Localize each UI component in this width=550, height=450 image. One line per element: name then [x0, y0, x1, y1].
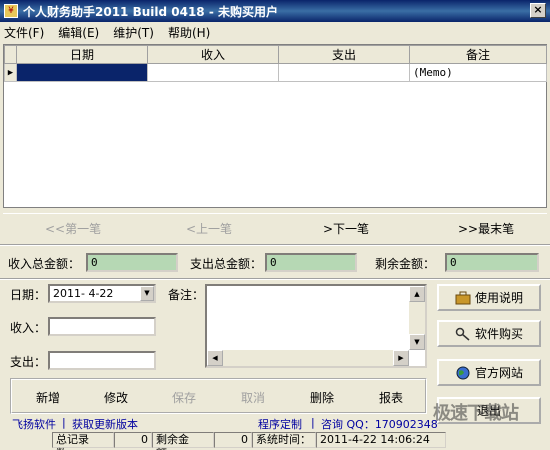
delete-button[interactable]: 删除 [310, 389, 334, 406]
link-separator: | [62, 416, 66, 429]
cell-expense[interactable] [278, 63, 410, 82]
expense-total-field: 0 [265, 253, 357, 272]
col-header-memo[interactable]: 备注 [409, 45, 547, 64]
edit-button[interactable]: 修改 [104, 389, 128, 406]
globe-icon [455, 366, 471, 380]
scroll-right-icon[interactable]: ▶ [393, 350, 409, 366]
cell-date[interactable] [16, 63, 148, 82]
nav-next-button[interactable]: >下一笔 [323, 220, 369, 237]
income-input-label: 收入： [10, 321, 47, 335]
window-title: 个人财务助手2011 Build 0418 - 未购买用户 [23, 4, 278, 19]
scroll-down-icon[interactable]: ▼ [409, 334, 425, 350]
brand-link[interactable]: 飞扬软件 [12, 416, 56, 432]
custom-link[interactable]: 程序定制 [258, 416, 302, 432]
expense-total-label: 支出总金额： [190, 257, 263, 271]
website-button-label: 官方网站 [474, 366, 523, 380]
save-button[interactable]: 保存 [172, 389, 196, 406]
menu-maintain[interactable]: 维护(T) [113, 24, 154, 41]
divider [0, 244, 550, 246]
memo-horizontal-scrollbar[interactable]: ◀ ▶ [207, 350, 409, 366]
system-time-value: 2011-4-22 14:06:24 [316, 432, 446, 448]
nav-last-button[interactable]: >>最末笔 [458, 220, 514, 237]
menu-edit[interactable]: 编辑(E) [58, 24, 99, 41]
watermark-logo: 极速下载站 [433, 403, 519, 424]
nav-first-button[interactable]: <<第一笔 [45, 220, 101, 237]
title-bar: ¥ 个人财务助手2011 Build 0418 - 未购买用户 × [0, 0, 550, 22]
buy-button[interactable]: 软件购买 [437, 320, 541, 347]
report-button[interactable]: 报表 [379, 389, 403, 406]
table-row[interactable]: ▶ (Memo) [4, 63, 547, 82]
cancel-button[interactable]: 取消 [241, 389, 265, 406]
add-button[interactable]: 新增 [36, 389, 60, 406]
income-input[interactable] [48, 317, 156, 336]
col-header-date[interactable]: 日期 [16, 45, 148, 64]
record-count-label: 总记录数： [52, 432, 114, 450]
buy-button-label: 软件购买 [474, 327, 523, 341]
menu-bar: 文件(F) 编辑(E) 维护(T) 帮助(H) [0, 22, 550, 42]
close-button[interactable]: × [530, 3, 546, 18]
record-count-value: 0 [114, 432, 152, 448]
key-icon [455, 327, 471, 341]
col-header-expense[interactable]: 支出 [278, 45, 410, 64]
action-toolbar: 新增 修改 保存 取消 删除 报表 [10, 378, 427, 414]
help-button[interactable]: 使用说明 [437, 284, 541, 311]
update-link[interactable]: 获取更新版本 [72, 416, 138, 432]
expense-input-label: 支出： [10, 355, 47, 369]
chevron-down-icon[interactable]: ▼ [140, 286, 154, 301]
memo-label: 备注： [168, 288, 205, 302]
scroll-up-icon[interactable]: ▲ [409, 286, 425, 302]
nav-prev-button[interactable]: <上一笔 [186, 220, 232, 237]
income-total-field: 0 [86, 253, 178, 272]
status-balance-label: 剩余金额： [152, 432, 214, 450]
system-time-label: 系统时间： [252, 432, 316, 448]
link-separator: | [311, 416, 315, 429]
menu-file[interactable]: 文件(F) [4, 24, 44, 41]
date-picker[interactable]: 2011- 4-22 ▼ [48, 284, 156, 303]
income-total-label: 收入总金额： [8, 257, 81, 271]
divider [0, 278, 550, 280]
website-button[interactable]: 官方网站 [437, 359, 541, 386]
menu-help[interactable]: 帮助(H) [168, 24, 210, 41]
balance-field: 0 [445, 253, 539, 272]
records-grid[interactable]: 日期 收入 支出 备注 ▶ (Memo) [3, 44, 547, 208]
date-label: 日期： [10, 288, 47, 302]
app-icon: ¥ [4, 4, 18, 18]
qq-link[interactable]: 咨询 QQ：170902348 [321, 416, 438, 432]
memo-textarea[interactable]: ▲ ▼ ◀ ▶ [205, 284, 427, 368]
row-indicator-icon: ▶ [4, 63, 17, 82]
help-button-label: 使用说明 [474, 291, 523, 305]
balance-label: 剩余金额： [375, 257, 436, 271]
expense-input[interactable] [48, 351, 156, 370]
date-value: 2011- 4-22 [53, 287, 114, 300]
status-balance-value: 0 [214, 432, 252, 448]
col-header-income[interactable]: 收入 [147, 45, 279, 64]
cell-income[interactable] [147, 63, 279, 82]
record-navigator: <<第一笔 <上一笔 >下一笔 >>最末笔 [3, 213, 547, 241]
grid-corner [4, 45, 17, 64]
scroll-left-icon[interactable]: ◀ [207, 350, 223, 366]
cell-memo[interactable]: (Memo) [409, 63, 547, 82]
memo-vertical-scrollbar[interactable]: ▲ ▼ [409, 286, 425, 350]
briefcase-icon [455, 291, 471, 305]
